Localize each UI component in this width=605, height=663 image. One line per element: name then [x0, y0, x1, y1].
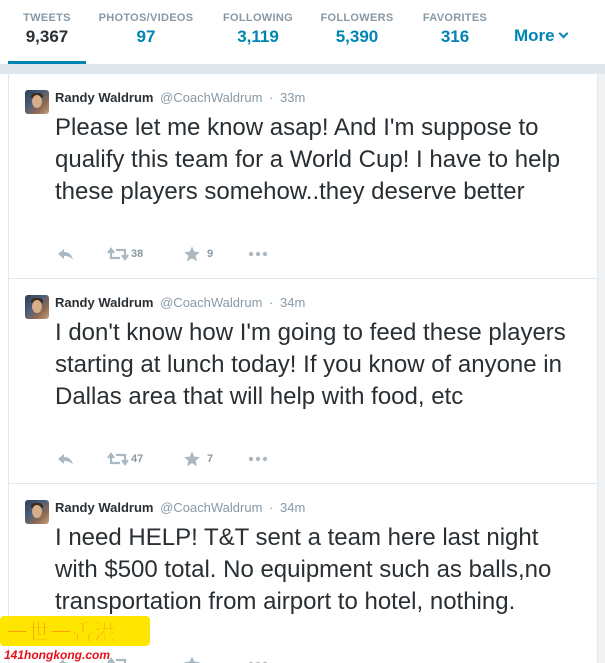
tweet-timestamp[interactable]: 33m — [280, 90, 305, 105]
tweet-header: Randy Waldrum @CoachWaldrum · 33m — [55, 90, 305, 105]
stat-label: PHOTOS/VIDEOS — [98, 12, 194, 24]
stat-label: TWEETS — [23, 12, 71, 24]
avatar[interactable] — [25, 90, 49, 114]
star-icon — [184, 451, 200, 467]
retweet-icon — [107, 452, 129, 466]
separator-dot: · — [269, 500, 274, 515]
reply-icon — [58, 249, 73, 260]
reply-icon — [59, 659, 69, 663]
separator-dot: · — [269, 90, 274, 105]
stat-photos-videos[interactable]: PHOTOS/VIDEOS 97 — [96, 0, 196, 64]
ellipsis-icon — [248, 251, 268, 257]
retweet-count: 38 — [131, 248, 144, 260]
tweet-fullname[interactable]: Randy Waldrum — [55, 295, 153, 310]
avatar[interactable] — [25, 500, 49, 524]
tweet-timestamp[interactable]: 34m — [280, 295, 305, 310]
retweet-icon — [107, 247, 129, 261]
ellipsis-icon — [249, 661, 267, 663]
retweet-icon — [107, 657, 127, 663]
tweet-username[interactable]: @CoachWaldrum — [160, 295, 262, 310]
favorite-count: 9 — [207, 248, 214, 260]
tweet-username[interactable]: @CoachWaldrum — [160, 500, 262, 515]
stat-value: 5,390 — [335, 27, 379, 46]
more-label: More — [514, 26, 555, 45]
avatar[interactable] — [25, 295, 49, 319]
tweet[interactable]: Randy Waldrum @CoachWaldrum · 34m I need… — [9, 484, 597, 663]
more-dropdown-button[interactable]: More — [514, 26, 569, 46]
tweet-fullname[interactable]: Randy Waldrum — [55, 90, 153, 105]
tweet-text: Please let me know asap! And I'm suppose… — [55, 114, 561, 205]
tweet[interactable]: Randy Waldrum @CoachWaldrum · 34m I don'… — [9, 279, 597, 484]
stat-tweets[interactable]: TWEETS 9,367 — [8, 0, 86, 64]
star-icon — [184, 246, 200, 262]
ellipsis-icon — [248, 456, 268, 462]
tweet-stream: Randy Waldrum @CoachWaldrum · 33m Please… — [8, 74, 598, 663]
retweet-count: 47 — [131, 453, 144, 465]
stat-followers[interactable]: FOLLOWERS 5,390 — [316, 0, 398, 64]
timeline-gap — [0, 64, 605, 74]
tweet-header: Randy Waldrum @CoachWaldrum · 34m — [55, 295, 305, 310]
separator-dot: · — [269, 295, 274, 310]
stat-value: 97 — [136, 27, 156, 46]
tweet-timestamp[interactable]: 34m — [280, 500, 305, 515]
tweet-username[interactable]: @CoachWaldrum — [160, 90, 262, 105]
stat-favorites[interactable]: FAVORITES 316 — [418, 0, 492, 64]
star-icon — [184, 656, 200, 663]
scrollbar[interactable] — [598, 74, 605, 663]
stat-following[interactable]: FOLLOWING 3,119 — [218, 0, 298, 64]
reply-icon — [58, 454, 73, 465]
favorite-count: 7 — [207, 453, 214, 465]
chevron-down-icon — [558, 28, 569, 39]
stat-value: 3,119 — [237, 27, 279, 46]
stat-label: FOLLOWING — [223, 12, 293, 24]
tweet-text: I need HELP! T&T sent a team here last n… — [55, 524, 552, 615]
tweet-header: Randy Waldrum @CoachWaldrum · 34m — [55, 500, 305, 515]
tweet[interactable]: Randy Waldrum @CoachWaldrum · 33m Please… — [9, 74, 597, 279]
tweet-fullname[interactable]: Randy Waldrum — [55, 500, 153, 515]
tweet-text: I don't know how I'm going to feed these… — [55, 319, 566, 410]
stat-label: FAVORITES — [422, 12, 488, 24]
profile-stats-nav: TWEETS 9,367 PHOTOS/VIDEOS 97 FOLLOWING … — [0, 0, 605, 64]
stat-value: 9,367 — [25, 27, 69, 46]
stat-value: 316 — [440, 27, 470, 46]
stat-label: FOLLOWERS — [320, 12, 394, 24]
